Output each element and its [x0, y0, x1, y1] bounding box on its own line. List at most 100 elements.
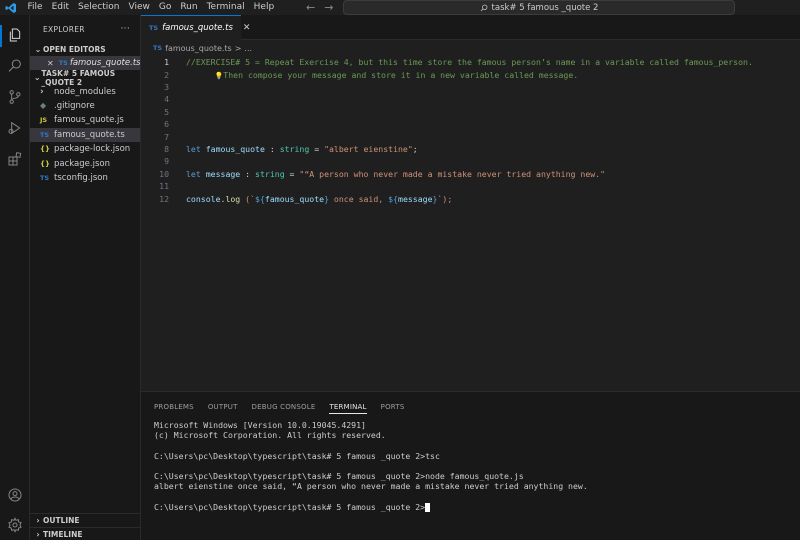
breadcrumb-separator: >	[234, 43, 242, 53]
open-editor-name: famous_quote.ts	[69, 58, 140, 69]
file-name: .gitignore	[54, 100, 95, 111]
command-center[interactable]: task# 5 famous _quote 2	[343, 0, 735, 15]
file-famous-quote-ts[interactable]: TS famous_quote.ts	[30, 127, 140, 142]
menu-run[interactable]: Run	[176, 0, 202, 15]
timeline-label: TIMELINE	[43, 530, 83, 539]
back-arrow-icon[interactable]: ←	[306, 1, 315, 14]
lightbulb-icon[interactable]: 💡	[215, 72, 224, 80]
tab-output[interactable]: OUTPUT	[208, 403, 238, 411]
file-tsconfig-json[interactable]: TS tsconfig.json	[30, 171, 140, 185]
explorer-sidebar: EXPLORER ··· ⌄ OPEN EDITORS ✕ TS famous_…	[30, 15, 141, 540]
project-label: TASK# 5 FAMOUS _QUOTE 2	[41, 68, 116, 87]
code-content: let message : string = "“A person who ne…	[186, 169, 605, 179]
line-number: 2	[164, 69, 169, 80]
file-gitignore[interactable]: ◆ .gitignore	[30, 99, 140, 113]
breadcrumb-symbols[interactable]: ...	[244, 44, 252, 53]
line-number: 4	[164, 94, 169, 105]
menu-help[interactable]: Help	[249, 0, 279, 15]
git-file-icon: ◆	[40, 101, 47, 111]
open-editors-section[interactable]: ⌄ OPEN EDITORS	[30, 43, 140, 56]
file-name: package.json	[54, 158, 110, 169]
tab-problems[interactable]: PROBLEMS	[154, 403, 194, 411]
json-file-icon: {}	[40, 159, 50, 168]
tab-label: famous_quote.ts	[162, 23, 233, 33]
json-file-icon: {}	[40, 145, 50, 154]
code-function: log	[225, 193, 241, 204]
file-famous-quote-js[interactable]: JS famous_quote.js	[30, 113, 140, 127]
nav-arrows: ← →	[306, 0, 333, 15]
source-control-icon[interactable]	[5, 87, 25, 107]
tab-debug-console[interactable]: DEBUG CONSOLE	[252, 403, 316, 411]
file-name: node_modules	[54, 86, 116, 97]
menu-selection[interactable]: Selection	[74, 0, 124, 15]
code-punct: :	[240, 168, 256, 179]
extensions-icon[interactable]	[5, 149, 25, 169]
search-sidebar-icon[interactable]	[5, 56, 25, 76]
terminal-line: C:\Users\pc\Desktop\typescript\task# 5 f…	[154, 470, 524, 481]
terminal-prompt-line[interactable]: C:\Users\pc\Desktop\typescript\task# 5 f…	[154, 502, 588, 512]
code-editor[interactable]: 1 //EXERCISE# 5 = Repeat Exercise 4, but…	[141, 55, 800, 390]
code-punct: ;	[412, 143, 418, 154]
line-number: 3	[164, 81, 169, 92]
line-number: 10	[159, 168, 169, 179]
code-variable: message	[398, 193, 433, 204]
menu-bar: File Edit Selection View Go Run Terminal…	[23, 0, 279, 15]
run-debug-icon[interactable]	[5, 118, 25, 138]
menu-view[interactable]: View	[124, 0, 154, 15]
active-indicator	[0, 25, 2, 47]
timeline-section[interactable]: › TIMELINE	[30, 527, 141, 540]
account-icon[interactable]	[5, 485, 25, 505]
more-actions-icon[interactable]: ···	[121, 24, 130, 34]
code-line: 2 💡Then compose your message and store i…	[141, 68, 800, 80]
terminal-line: C:\Users\pc\Desktop\typescript\task# 5 f…	[154, 450, 440, 461]
project-section[interactable]: ⌄ TASK# 5 FAMOUS _QUOTE 2	[30, 68, 140, 87]
close-icon[interactable]: ✕	[47, 59, 54, 68]
typescript-file-icon: TS	[58, 59, 68, 68]
line-number: 9	[164, 156, 169, 167]
outline-section[interactable]: › OUTLINE	[30, 513, 141, 527]
code-line: 12 console.log (`${famous_quote} once sa…	[141, 192, 800, 204]
file-name: famous_quote.ts	[54, 129, 125, 140]
menu-go[interactable]: Go	[154, 0, 175, 15]
file-package-lock-json[interactable]: {} package-lock.json	[30, 142, 140, 156]
terminal-line: albert eienstine once said, “A person wh…	[154, 481, 588, 492]
close-icon[interactable]: ✕	[243, 23, 251, 33]
tab-famous-quote-ts[interactable]: TS famous_quote.ts ✕	[141, 15, 250, 40]
panel-tabs: PROBLEMS OUTPUT DEBUG CONSOLE TERMINAL P…	[141, 392, 800, 422]
code-line: 9	[141, 155, 800, 167]
code-line: 8 let famous_quote : string = "albert ei…	[141, 143, 800, 155]
code-line: 5	[141, 106, 800, 118]
tab-terminal[interactable]: TERMINAL	[329, 403, 367, 414]
menu-terminal[interactable]: Terminal	[202, 0, 249, 15]
settings-gear-icon[interactable]	[5, 515, 25, 535]
explorer-header: EXPLORER ···	[30, 15, 140, 43]
terminal-line: Microsoft Windows [Version 10.0.19045.42…	[154, 420, 366, 430]
line-number: 8	[164, 143, 169, 154]
menu-edit[interactable]: Edit	[47, 0, 73, 15]
code-punct: :	[264, 143, 280, 154]
code-punct: =	[284, 168, 300, 179]
terminal[interactable]: Microsoft Windows [Version 10.0.19045.42…	[154, 420, 588, 512]
chevron-down-icon: ⌄	[34, 45, 42, 54]
code-keyword: let	[186, 143, 201, 154]
breadcrumb-file[interactable]: famous_quote.ts	[165, 44, 232, 53]
code-line: 3	[141, 81, 800, 93]
menu-file[interactable]: File	[23, 0, 47, 15]
tab-ports[interactable]: PORTS	[381, 403, 405, 411]
outline-label: OUTLINE	[43, 516, 80, 525]
explorer-icon[interactable]	[5, 25, 25, 45]
code-line: 7	[141, 130, 800, 142]
vscode-logo-icon[interactable]	[5, 2, 17, 14]
forward-arrow-icon[interactable]: →	[324, 1, 333, 14]
bottom-panel: PROBLEMS OUTPUT DEBUG CONSOLE TERMINAL P…	[141, 391, 800, 540]
code-string: "albert eienstine"	[324, 143, 413, 154]
code-string: "“A person who never made a mistake neve…	[299, 168, 606, 179]
line-number: 6	[164, 119, 169, 130]
tsconfig-file-icon: TS	[40, 173, 50, 182]
file-package-json[interactable]: {} package.json	[30, 156, 140, 170]
file-name: famous_quote.js	[54, 115, 124, 126]
line-number: 11	[159, 181, 169, 192]
